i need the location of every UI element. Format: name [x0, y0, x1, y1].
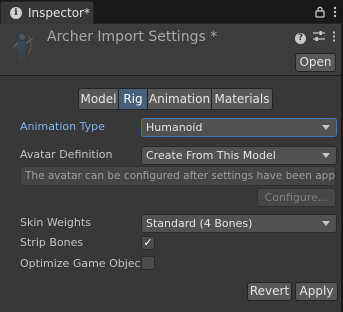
animation-type-value: Humanoid: [146, 121, 203, 134]
lock-icon[interactable]: [315, 6, 325, 18]
dropdown-arrow-icon: [322, 221, 330, 226]
skin-weights-dropdown[interactable]: Standard (4 Bones): [141, 214, 337, 233]
inspector-tab-label: Inspector*: [28, 6, 90, 20]
apply-button[interactable]: Apply: [295, 282, 338, 301]
inspector-header: Archer Import Settings * ? Open: [0, 24, 343, 76]
animation-type-dropdown[interactable]: Humanoid: [141, 118, 337, 137]
inspector-tab[interactable]: i Inspector*: [0, 1, 94, 24]
page-title: Archer Import Settings *: [47, 29, 218, 45]
avatar-help-box: The avatar can be configured after setti…: [20, 166, 336, 186]
tab-animation[interactable]: Animation: [147, 88, 212, 110]
tab-materials[interactable]: Materials: [211, 88, 273, 110]
import-settings-tabs: Model Rig Animation Materials: [78, 88, 273, 110]
strip-bones-label: Strip Bones: [20, 236, 84, 249]
presets-icon[interactable]: [313, 31, 325, 45]
optimize-game-object-label: Optimize Game Object: [20, 257, 145, 270]
help-icon[interactable]: ?: [295, 32, 306, 44]
animation-type-label: Animation Type: [20, 120, 105, 133]
tab-rig[interactable]: Rig: [118, 88, 148, 110]
window-tab-bar: i Inspector*: [0, 0, 343, 24]
revert-button[interactable]: Revert: [247, 282, 292, 301]
configure-button[interactable]: Configure...: [257, 188, 336, 207]
avatar-definition-value: Create From This Model: [146, 149, 276, 162]
avatar-definition-label: Avatar Definition: [20, 148, 113, 161]
dropdown-arrow-icon: [322, 153, 330, 158]
more-options-icon[interactable]: [332, 31, 336, 45]
skin-weights-label: Skin Weights: [20, 216, 91, 229]
tab-model[interactable]: Model: [78, 88, 119, 110]
model-thumbnail: [6, 30, 40, 64]
more-options-icon[interactable]: [333, 6, 337, 18]
info-icon: i: [10, 7, 22, 19]
checkmark-icon: ✓: [143, 236, 153, 249]
optimize-game-object-checkbox[interactable]: [141, 256, 155, 270]
open-button[interactable]: Open: [295, 53, 336, 72]
dropdown-arrow-icon: [322, 125, 330, 130]
avatar-definition-dropdown[interactable]: Create From This Model: [141, 146, 337, 165]
strip-bones-checkbox[interactable]: ✓: [141, 236, 155, 250]
skin-weights-value: Standard (4 Bones): [146, 217, 253, 230]
